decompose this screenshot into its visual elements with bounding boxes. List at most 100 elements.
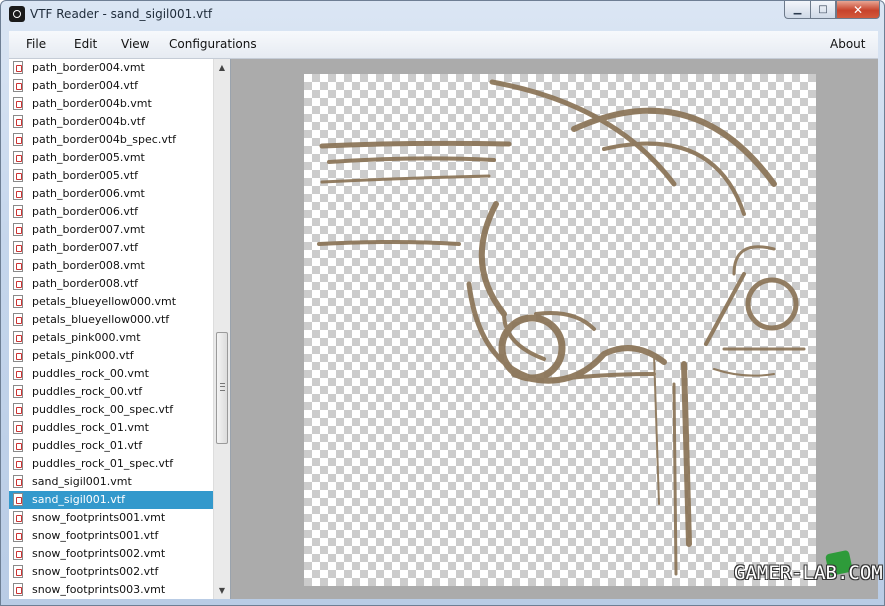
file-list-item[interactable]: path_border006.vtf [9,203,213,221]
texture-preview [304,74,816,586]
file-name: path_border008.vtf [32,277,139,290]
scroll-up-arrow-icon[interactable]: ▲ [214,59,230,76]
file-icon [13,151,23,164]
file-list-item[interactable]: path_border004.vmt [9,59,213,77]
file-list-item[interactable]: puddles_rock_00.vmt [9,365,213,383]
file-name: path_border004.vtf [32,79,139,92]
file-list-item[interactable]: path_border004b.vtf [9,113,213,131]
file-list-item[interactable]: puddles_rock_01.vtf [9,437,213,455]
file-icon [13,277,23,290]
file-name: path_border006.vtf [32,205,139,218]
file-icon [13,133,23,146]
file-icon [13,349,23,362]
file-name: sand_sigil001.vtf [32,493,125,506]
file-list-item[interactable]: path_border004b_spec.vtf [9,131,213,149]
file-name: snow_footprints002.vtf [32,565,159,578]
file-list-rows: path_border004.vmt path_border004.vtfpath… [9,59,213,599]
file-icon [13,529,23,542]
file-name: petals_blueyellow000.vtf [32,313,170,326]
file-list-item[interactable]: path_border005.vtf [9,167,213,185]
file-name: path_border004b.vmt [32,97,152,110]
file-icon [13,547,23,560]
file-list-item[interactable]: path_border006.vmt [9,185,213,203]
maximize-button[interactable]: □ [810,1,836,19]
app-icon [9,6,25,22]
file-list-item[interactable]: puddles_rock_00_spec.vtf [9,401,213,419]
file-list-item[interactable]: path_border004.vtf [9,77,213,95]
file-list-item[interactable]: path_border007.vtf [9,239,213,257]
watermark: GAMER-LAB.COM [734,562,883,584]
file-name: snow_footprints001.vtf [32,529,159,542]
menu-file[interactable]: File [26,37,46,51]
file-name: puddles_rock_01.vtf [32,439,143,452]
window-title: VTF Reader - sand_sigil001.vtf [30,7,213,21]
file-list-item[interactable]: snow_footprints002.vtf [9,563,213,581]
file-icon [13,367,23,380]
file-name: petals_pink000.vtf [32,349,134,362]
texture-viewer [231,59,878,599]
scrollbar-thumb[interactable] [216,332,228,444]
app-window: VTF Reader - sand_sigil001.vtf ▁ □ ✕ Fil… [0,0,885,606]
file-list-item[interactable]: puddles_rock_01_spec.vtf [9,455,213,473]
menu-about[interactable]: About [830,37,865,51]
file-list-item[interactable]: path_border007.vmt [9,221,213,239]
file-list-item[interactable]: path_border008.vmt [9,257,213,275]
file-list-item[interactable]: path_border008.vtf [9,275,213,293]
file-name: path_border004b_spec.vtf [32,133,177,146]
menu-configurations[interactable]: Configurations [169,37,257,51]
file-list-item[interactable]: petals_pink000.vmt [9,329,213,347]
file-icon [13,295,23,308]
file-list-item[interactable]: petals_pink000.vtf [9,347,213,365]
file-name: path_border005.vmt [32,151,145,164]
file-list-item[interactable]: puddles_rock_00.vtf [9,383,213,401]
menu-bar: File Edit View Configurations About [9,31,878,59]
file-list[interactable]: path_border004.vmt path_border004.vtfpath… [9,59,231,599]
file-name: path_border004b.vtf [32,115,145,128]
file-icon [13,583,23,596]
file-list-item[interactable]: sand_sigil001.vmt [9,473,213,491]
menu-edit[interactable]: Edit [74,37,97,51]
file-icon [13,169,23,182]
title-bar[interactable]: VTF Reader - sand_sigil001.vtf ▁ □ ✕ [1,1,884,29]
close-button[interactable]: ✕ [836,1,880,19]
file-icon [13,241,23,254]
scroll-down-arrow-icon[interactable]: ▼ [214,582,230,599]
file-list-item[interactable]: snow_footprints003.vmt [9,581,213,599]
file-list-scrollbar[interactable]: ▲ ▼ [213,59,230,599]
grip-icon [220,383,225,391]
file-name: puddles_rock_00.vmt [32,367,149,380]
menu-view[interactable]: View [121,37,149,51]
file-icon [13,565,23,578]
file-name: snow_footprints003.vmt [32,583,166,596]
file-list-item[interactable]: puddles_rock_01.vmt [9,419,213,437]
file-list-item[interactable]: path_border005.vmt [9,149,213,167]
file-name: path_border007.vmt [32,223,145,236]
file-name: puddles_rock_00.vtf [32,385,143,398]
file-icon [13,385,23,398]
file-name: path_border006.vmt [32,187,145,200]
file-list-item[interactable]: snow_footprints001.vtf [9,527,213,545]
minimize-button[interactable]: ▁ [784,1,810,19]
file-icon [13,187,23,200]
file-icon [13,511,23,524]
file-icon [13,313,23,326]
file-name: puddles_rock_01.vmt [32,421,149,434]
file-name: puddles_rock_00_spec.vtf [32,403,174,416]
file-icon [13,457,23,470]
file-list-item[interactable]: sand_sigil001.vtf [9,491,213,509]
file-icon [13,403,23,416]
file-list-item[interactable]: petals_blueyellow000.vtf [9,311,213,329]
file-icon [13,493,23,506]
file-name: petals_blueyellow000.vmt [32,295,177,308]
file-list-item[interactable]: snow_footprints001.vmt [9,509,213,527]
file-name: path_border008.vmt [32,259,145,272]
file-list-item[interactable]: path_border004b.vmt [9,95,213,113]
file-name: petals_pink000.vmt [32,331,141,344]
file-list-item[interactable]: petals_blueyellow000.vmt [9,293,213,311]
file-icon [13,475,23,488]
file-name: snow_footprints001.vmt [32,511,166,524]
file-name: sand_sigil001.vmt [32,475,132,488]
file-list-item[interactable]: snow_footprints002.vmt [9,545,213,563]
file-name: path_border005.vtf [32,169,139,182]
file-icon [13,439,23,452]
